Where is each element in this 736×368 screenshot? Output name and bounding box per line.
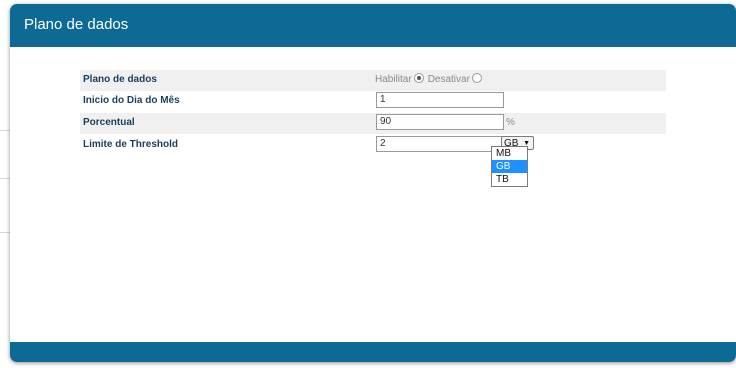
threshold-label: Limite de Threshold [83, 139, 179, 150]
row-start-day: Inicio do Dia do Mês 1 [80, 91, 666, 112]
enable-radio-label[interactable]: Habilitar [375, 74, 412, 85]
unit-option-mb[interactable]: MB [492, 147, 527, 160]
disable-radio-label[interactable]: Desativar [428, 74, 470, 85]
data-plan-radio-group: Habilitar Desativar [375, 73, 486, 85]
percent-input[interactable]: 90 [376, 114, 504, 130]
start-day-input[interactable]: 1 [376, 92, 504, 108]
panel-footer [10, 342, 736, 362]
row-threshold: Limite de Threshold 2 GB ▼ [80, 135, 666, 156]
row-data-plan: Plano de dados Habilitar Desativar [80, 70, 666, 91]
unit-dropdown-list: MB GB TB [491, 146, 528, 187]
row-percent: Porcentual 90 % [80, 113, 666, 134]
unit-option-gb[interactable]: GB [492, 160, 527, 173]
data-plan-label: Plano de dados [83, 74, 157, 85]
disable-radio[interactable] [471, 73, 482, 83]
threshold-input[interactable]: 2 [376, 136, 504, 152]
unit-option-tb[interactable]: TB [492, 173, 527, 186]
data-plan-panel: Plano de dados Plano de dados Habilitar D… [10, 4, 736, 362]
panel-header: Plano de dados [10, 4, 736, 47]
start-day-label: Inicio do Dia do Mês [83, 95, 180, 106]
panel-body: Plano de dados Habilitar Desativar Inicio… [10, 47, 736, 342]
percent-label: Porcentual [83, 117, 135, 128]
panel-title: Plano de dados [24, 16, 129, 33]
percent-suffix: % [506, 117, 515, 128]
enable-radio[interactable] [413, 73, 424, 83]
